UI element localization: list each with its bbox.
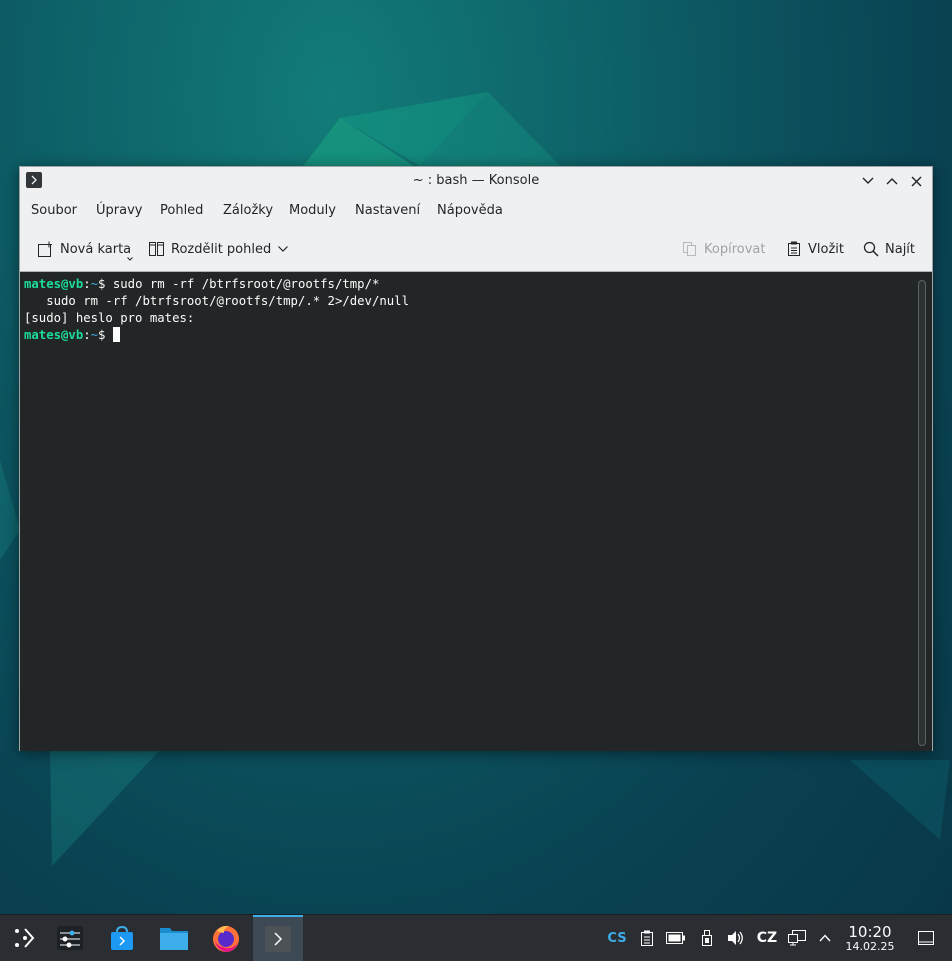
konsole-task-button[interactable] [253,915,303,961]
copy-button[interactable]: Kopírovat [682,238,765,260]
battery-button[interactable] [664,915,688,961]
dolphin-button[interactable] [149,915,199,961]
input-method-indicator[interactable]: CS [604,915,630,961]
new-tab-icon [38,241,52,257]
firefox-button[interactable] [201,915,251,961]
discover-store-icon [111,925,133,950]
konsole-icon [265,926,291,952]
chevron-down-icon [278,246,289,252]
window-title: ~ : bash — Konsole [412,173,540,188]
keyboard-layout-indicator[interactable]: CZ [755,915,779,961]
discover-button[interactable] [97,915,147,961]
clipboard-button[interactable] [637,915,657,961]
prompt-path: ~ [90,277,99,291]
split-view-icon [149,242,164,256]
terminal-output: mates@vb:~$ sudo rm -rf /btrfsroot/@root… [24,277,409,342]
clock-date: 14.02.25 [845,940,895,953]
show-desktop-icon [918,931,934,945]
toolbar: Nová karta Rozdělit pohled Kopírovat Vlo… [20,231,932,267]
find-label: Najít [885,241,916,257]
close-icon [911,176,921,186]
title-bar[interactable]: ~ : bash — Konsole [20,167,932,195]
chevron-up-icon [819,934,831,942]
system-settings-icon [57,926,83,950]
clock-time: 10:20 [848,923,892,941]
menu-help[interactable]: Nápověda [437,203,503,218]
volume-button[interactable] [725,915,747,961]
show-desktop-button[interactable] [914,915,938,961]
dropdown-arrow-icon[interactable] [127,257,133,261]
split-view-label: Rozdělit pohled [171,241,272,257]
system-settings-button[interactable] [45,915,95,961]
application-launcher-icon [15,928,35,948]
new-tab-label: Nová karta [60,241,132,257]
application-launcher-button[interactable] [0,915,50,961]
paste-button[interactable]: Vložit [786,238,844,260]
menu-view[interactable]: Pohled [160,203,203,218]
maximize-button[interactable] [882,171,902,191]
terminal-line-3: [sudo] heslo pro mates: [24,311,195,325]
search-icon [863,241,879,257]
paste-icon [788,241,800,256]
volume-icon [728,931,743,945]
prompt-user: mates@vb [24,277,84,291]
menu-edit[interactable]: Úpravy [96,203,142,218]
menu-plugins[interactable]: Moduly [289,203,336,218]
menu-settings[interactable]: Nastavení [355,203,420,218]
chevron-down-icon [862,177,874,184]
battery-icon [666,932,685,944]
firefox-icon [213,925,239,952]
prompt-path: ~ [90,328,99,342]
terminal-scrollbar[interactable] [918,280,926,746]
device-notifier-button[interactable] [697,915,717,961]
text-cursor [112,327,120,342]
menu-bookmarks[interactable]: Záložky [223,203,273,218]
menu-file[interactable]: Soubor [31,203,77,218]
minimize-button[interactable] [858,171,878,191]
terminal-area[interactable]: mates@vb:~$ sudo rm -rf /btrfsroot/@root… [20,271,932,751]
digital-clock[interactable]: 10:20 14.02.25 [840,924,900,953]
copy-icon [683,242,696,256]
dolphin-folder-icon [160,928,188,950]
network-button[interactable] [786,915,808,961]
find-button[interactable]: Najít [863,238,915,260]
taskbar: CS CZ 10:20 14.02.25 [0,914,952,961]
expand-tray-button[interactable] [816,915,834,961]
clipboard-icon [641,930,653,946]
chevron-up-icon [886,178,898,185]
copy-label: Kopírovat [704,241,766,257]
terminal-line-2: sudo rm -rf /btrfsroot/@rootfs/tmp/.* 2>… [24,294,409,308]
paste-label: Vložit [808,241,844,257]
konsole-window: ~ : bash — Konsole Soubor Úpravy Pohled … [19,166,933,751]
close-button[interactable] [906,171,926,191]
menu-bar: Soubor Úpravy Pohled Záložky Moduly Nast… [20,197,932,225]
usb-device-icon [702,930,712,946]
split-view-button[interactable]: Rozdělit pohled [149,238,289,260]
terminal-line-1: sudo rm -rf /btrfsroot/@rootfs/tmp/* [105,277,380,291]
prompt-user: mates@vb [24,328,84,342]
network-icon [788,930,806,946]
new-tab-button[interactable]: Nová karta [37,238,131,260]
